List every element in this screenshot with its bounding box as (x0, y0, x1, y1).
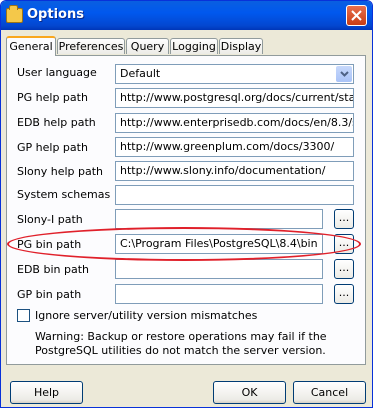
gp-bin-path-label: GP bin path (17, 288, 82, 301)
gp-bin-path-browse-button[interactable]: ... (334, 284, 354, 304)
options-dialog: Options General Preferences Query Loggin… (0, 0, 373, 408)
close-icon (351, 10, 362, 21)
gp-help-path-input[interactable]: http://www.greenplum.com/docs/3300/ (115, 137, 354, 157)
user-language-value: Default (120, 67, 161, 80)
tab-preferences[interactable]: Preferences (57, 38, 125, 54)
gp-bin-path-input[interactable] (115, 284, 323, 304)
system-schemas-input[interactable] (115, 185, 354, 205)
cancel-button[interactable]: Cancel (293, 381, 366, 404)
slony-i-path-browse-button[interactable]: ... (334, 209, 354, 229)
title-bar[interactable]: Options (1, 1, 372, 30)
chevron-down-icon (340, 71, 349, 77)
slony-i-path-label: Slony-I path (17, 213, 83, 226)
edb-bin-path-input[interactable] (115, 259, 323, 279)
ignore-mismatch-label[interactable]: Ignore server/utility version mismatches (35, 309, 257, 322)
slony-help-path-label: Slony help path (17, 165, 104, 178)
ignore-mismatch-checkbox[interactable] (17, 309, 30, 322)
slony-help-path-input[interactable]: http://www.slony.info/documentation/ (115, 161, 354, 181)
folder-options-icon (6, 5, 23, 23)
user-language-select[interactable]: Default (115, 64, 354, 84)
edb-help-path-label: EDB help path (17, 116, 96, 129)
edb-bin-path-label: EDB bin path (17, 263, 89, 276)
tab-query[interactable]: Query (126, 38, 169, 54)
warning-text: Warning: Backup or restore operations ma… (35, 330, 327, 357)
system-schemas-label: System schemas (17, 188, 111, 201)
tab-display[interactable]: Display (219, 38, 263, 54)
window-title: Options (27, 7, 84, 22)
tab-logging[interactable]: Logging (170, 38, 218, 54)
close-button[interactable] (346, 5, 367, 26)
dropdown-button[interactable] (336, 66, 352, 82)
user-language-label: User language (17, 66, 97, 79)
gp-help-path-label: GP help path (17, 141, 88, 154)
edb-help-path-input[interactable]: http://www.enterprisedb.com/docs/en/8.3/… (115, 113, 354, 133)
pg-help-path-label: PG help path (17, 91, 88, 104)
pg-help-path-input[interactable]: http://www.postgresql.org/docs/current/s… (115, 88, 354, 108)
tab-general[interactable]: General (6, 36, 56, 56)
highlight-annotation (7, 227, 361, 261)
edb-bin-path-browse-button[interactable]: ... (334, 259, 354, 279)
help-button[interactable]: Help (10, 381, 83, 404)
slony-i-path-input[interactable] (115, 209, 323, 229)
ok-button[interactable]: OK (213, 381, 286, 404)
